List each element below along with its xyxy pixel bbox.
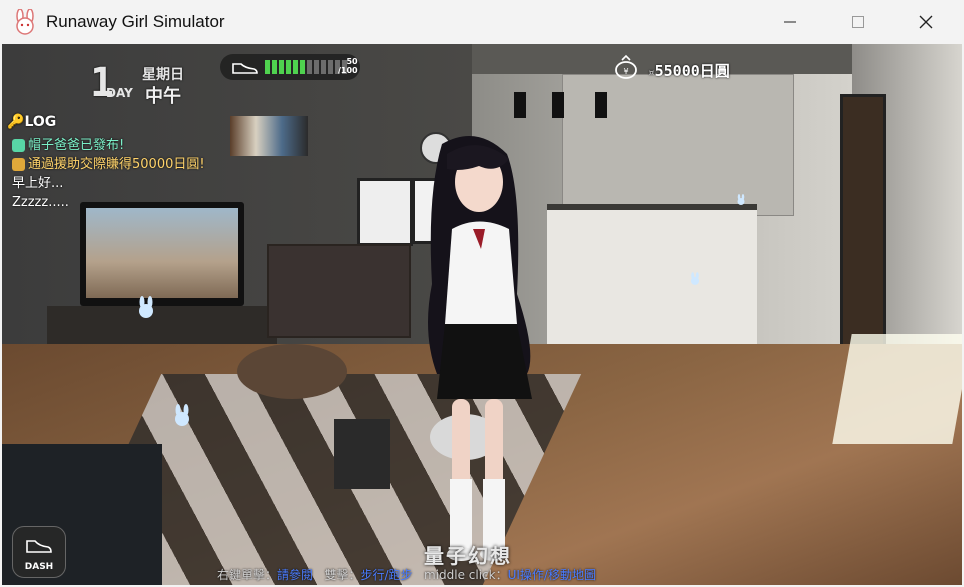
shopping-bag[interactable]	[334, 419, 390, 489]
log-entry: 帽子爸爸已發布!	[12, 136, 205, 155]
stamina-segments	[265, 60, 347, 74]
money-badge-icon	[12, 158, 25, 171]
hint-double-action: 步行/跑步	[360, 568, 413, 582]
coin-icon: ¥	[615, 54, 637, 79]
player-character[interactable]	[397, 134, 557, 579]
stamina-segment	[321, 60, 326, 74]
stamina-segment	[279, 60, 284, 74]
notice-icon	[12, 139, 25, 152]
coffee-table[interactable]	[237, 344, 347, 399]
log-entry: 通過援助交際賺得50000日圓!	[12, 155, 205, 174]
pendant-lamp	[552, 92, 564, 118]
hint-middle-action: UI操作/移動地圖	[507, 568, 596, 582]
pendant-lamp	[514, 92, 526, 118]
studio-watermark: 量子幻想	[424, 544, 512, 568]
hint-right-label: 右鍵單擊：	[217, 568, 278, 582]
pendant-lamp	[595, 92, 607, 118]
maximize-icon	[852, 16, 864, 28]
hint-middle-label: middle click：	[424, 568, 508, 582]
stamina-current: 50	[346, 57, 358, 66]
bookshelf-books	[230, 116, 308, 156]
title-bar[interactable]: Runaway Girl Simulator	[0, 0, 964, 44]
weekday: 星期日	[142, 67, 184, 83]
log-text: 早上好...	[12, 176, 64, 191]
shelf-unit	[267, 244, 411, 338]
stamina-segment	[300, 60, 305, 74]
message-log: 帽子爸爸已發布! 通過援助交際賺得50000日圓! 早上好... Zzzzz.....	[12, 136, 205, 212]
tv-stand	[47, 306, 277, 344]
key-icon: 🔑	[7, 114, 25, 130]
interaction-bunny-icon[interactable]	[688, 272, 702, 285]
tv-screen	[86, 208, 238, 298]
money-amount: 55000日圓	[654, 62, 730, 80]
stamina-max: /100	[338, 66, 358, 75]
dash-label: DASH	[24, 562, 54, 572]
television[interactable]	[80, 202, 244, 306]
log-text: 通過援助交際賺得50000日圓!	[28, 157, 205, 172]
shoe-icon	[232, 63, 258, 74]
interaction-bunny-icon[interactable]	[170, 404, 194, 426]
minimize-icon	[784, 21, 796, 23]
maximize-button[interactable]	[830, 0, 886, 44]
interaction-bunny-icon[interactable]	[134, 296, 158, 318]
game-viewport[interactable]: 1 DAY 星期日 中午 50 /100 ¥ ¤55000日圓 🔑LOG 帽子爸…	[2, 44, 962, 585]
kitchen-counter	[547, 204, 757, 345]
log-entry: Zzzzz.....	[12, 193, 205, 212]
game-window: Runaway Girl Simulator 1 DAY 星期日 中午 50 /…	[0, 0, 964, 587]
money-value: ¤55000日圓	[648, 60, 730, 81]
day-label: DAY	[106, 86, 133, 100]
dash-button[interactable]: DASH	[12, 526, 66, 578]
log-title-text: LOG	[24, 114, 57, 130]
hint-right-action: 請參閱	[277, 568, 314, 582]
interaction-bunny-icon[interactable]	[735, 194, 747, 205]
day-indicator: 1 DAY	[90, 63, 133, 103]
doorway	[840, 94, 886, 350]
stamina-segment	[293, 60, 298, 74]
stamina-segment	[272, 60, 277, 74]
stamina-segment	[265, 60, 270, 74]
log-text: 帽子爸爸已發布!	[28, 138, 125, 153]
bunny-icon	[16, 9, 34, 35]
controls-hint: 右鍵單擊：請參閱 雙擊：步行/跑步 middle click：UI操作/移動地圖	[217, 566, 596, 583]
window-title: Runaway Girl Simulator	[46, 12, 225, 31]
hint-double-label: 雙擊：	[324, 568, 361, 582]
stamina-segment	[307, 60, 312, 74]
close-icon	[919, 15, 933, 29]
stamina-bar: 50 /100	[220, 54, 360, 80]
log-text: Zzzzz.....	[12, 195, 69, 210]
stamina-segment	[286, 60, 291, 74]
close-button[interactable]	[898, 0, 954, 44]
log-entry: 早上好...	[12, 174, 205, 193]
stamina-segment	[314, 60, 319, 74]
log-title: 🔑LOG	[7, 114, 56, 130]
sunlight-patch	[832, 334, 962, 444]
time-of-day: 中午	[145, 86, 181, 107]
stamina-value: 50 /100	[338, 57, 358, 75]
minimize-button[interactable]	[762, 0, 818, 44]
money-prefix-icon: ¤	[648, 66, 655, 79]
shoe-icon	[26, 540, 52, 553]
stamina-segment	[328, 60, 333, 74]
svg-text:¥: ¥	[623, 67, 628, 76]
